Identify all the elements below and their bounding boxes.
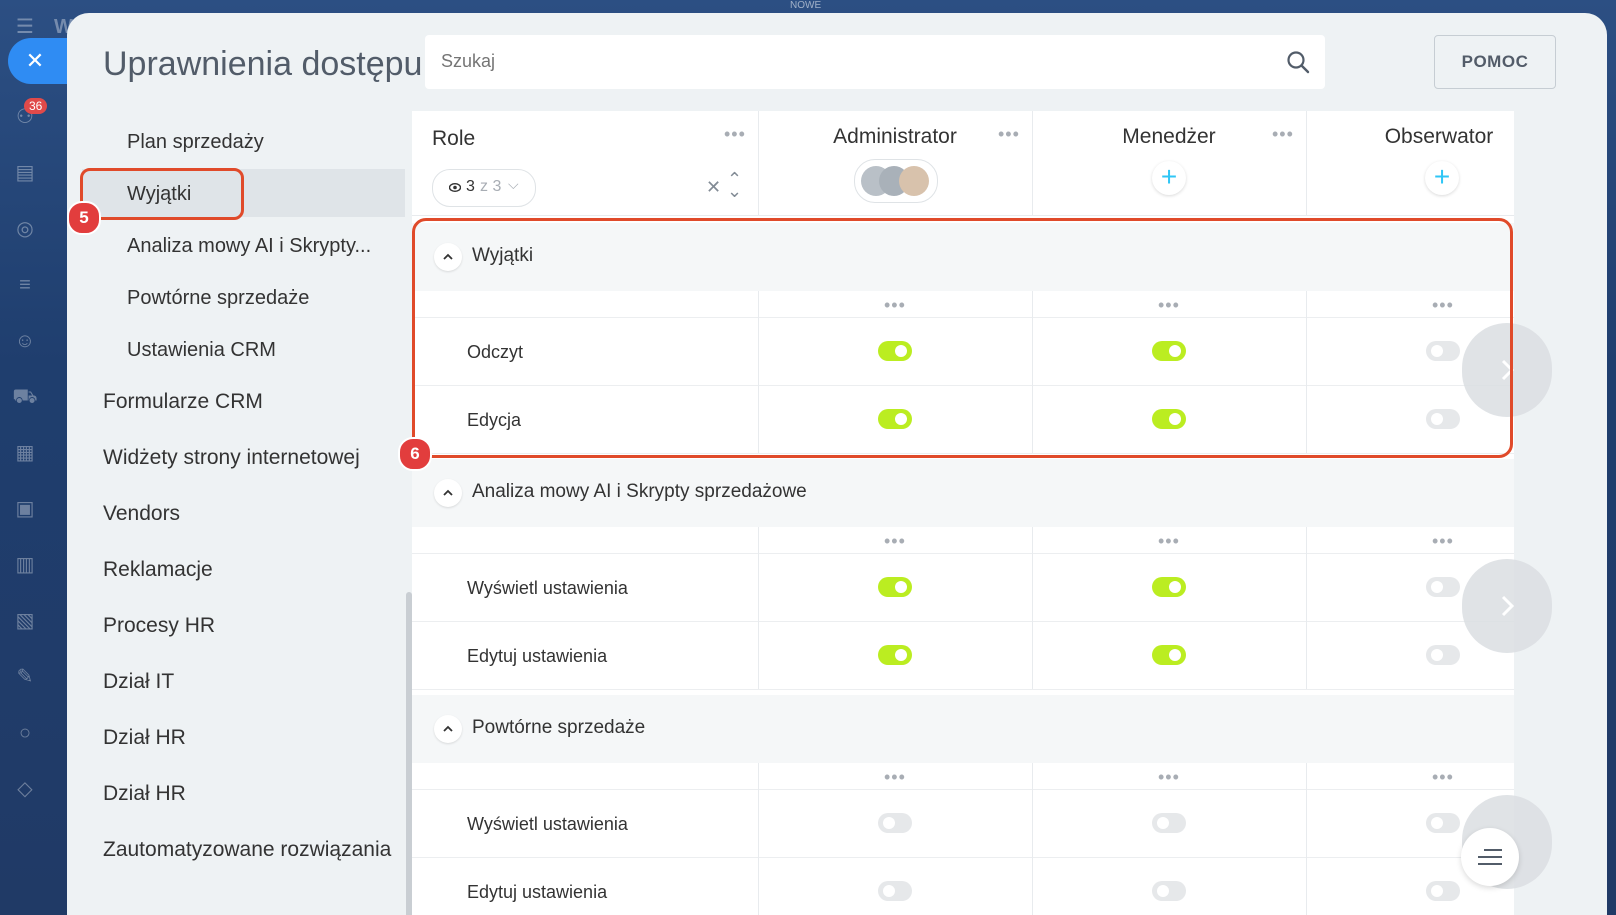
sidebar-item-reklamacje[interactable]: Reklamacje	[103, 558, 213, 582]
table-row: Wyświetl ustawienia	[412, 553, 1514, 622]
cube-icon[interactable]: ◇	[12, 776, 38, 802]
search-icon[interactable]	[1285, 49, 1311, 75]
robot-icon[interactable]: ☺	[12, 328, 38, 354]
crm-icon[interactable]: ≡	[12, 272, 38, 298]
sidebar-item-zautomatyzowane[interactable]: Zautomatyzowane rozwiązania	[103, 838, 391, 862]
left-rail: ☰ ⚇ 36 ▤ ◎ ≡ ☺ ⛟ ▦ ▣ ▥ ▧ ✎ ○ ◇ W	[0, 0, 72, 915]
permission-toggle[interactable]	[1426, 813, 1460, 833]
sidebar-item-analiza-mowy[interactable]: Analiza mowy AI i Skrypty...	[127, 235, 371, 258]
pen-icon[interactable]: ✎	[12, 664, 38, 690]
marker-6: 6	[398, 437, 432, 471]
filter-count: 3	[466, 178, 475, 195]
column-menedzer: Menedżer	[1122, 125, 1216, 148]
row-label: Wyświetl ustawienia	[467, 578, 628, 598]
sidebar-item-vendors[interactable]: Vendors	[103, 502, 180, 526]
more-icon[interactable]: •••	[884, 532, 906, 550]
permission-toggle[interactable]	[878, 577, 912, 597]
top-label: NOWE	[790, 0, 822, 11]
chevron-right-icon	[1501, 595, 1515, 617]
administrator-avatars[interactable]	[854, 159, 938, 203]
add-member-obserwator-button[interactable]: +	[1425, 161, 1459, 195]
row-label: Edytuj ustawienia	[467, 882, 608, 902]
section-analiza-mowy[interactable]: Analiza mowy AI i Skrypty sprzedażowe	[412, 459, 1514, 527]
chevron-down-icon: ⌵	[508, 176, 519, 192]
close-icon: ✕	[25, 48, 45, 73]
permission-toggle[interactable]	[1152, 577, 1186, 597]
more-icon[interactable]: •••	[1158, 532, 1180, 550]
eye-icon	[449, 183, 461, 192]
more-icon[interactable]: •••	[1158, 768, 1180, 786]
target-icon[interactable]: ◎	[12, 216, 38, 242]
cart-icon[interactable]: ⛟	[12, 384, 38, 410]
roles-filter-pill[interactable]: 3 z 3 ⌵	[432, 169, 536, 207]
access-permissions-panel: Uprawnienia dostępu POMOC Plan sprzedaży…	[67, 13, 1607, 915]
sidebar-item-dzial-hr-2[interactable]: Dział HR	[103, 782, 186, 806]
sidebar-item-widzety[interactable]: Widżety strony internetowej	[103, 446, 360, 470]
notification-badge: 36	[24, 98, 48, 114]
sidebar-item-powtorne-sprzedaze[interactable]: Powtórne sprzedaże	[127, 287, 309, 310]
expand-all-icon[interactable]: ⌃ ⌄	[727, 170, 742, 200]
permission-toggle[interactable]	[1152, 813, 1186, 833]
permission-toggle[interactable]	[1426, 577, 1460, 597]
collapse-all-icon[interactable]: ✕	[706, 177, 721, 198]
row-label: Edytuj ustawienia	[467, 646, 608, 666]
document-icon[interactable]: ▧	[12, 608, 38, 634]
chart-icon[interactable]: ▥	[12, 552, 38, 578]
menedzer-more-icon[interactable]: •••	[1272, 125, 1294, 143]
circle-icon[interactable]: ○	[12, 720, 38, 746]
sidebar-item-ustawienia-crm[interactable]: Ustawienia CRM	[127, 339, 276, 362]
permission-toggle[interactable]	[1426, 645, 1460, 665]
table-row: Wyświetl ustawienia	[412, 789, 1514, 858]
sidebar-item-dzial-hr[interactable]: Dział HR	[103, 726, 186, 750]
column-obserwator: Obserwator	[1384, 125, 1494, 148]
menu-icon[interactable]: ☰	[12, 14, 38, 40]
marker-5: 5	[67, 201, 101, 235]
sidebar-item-plan-sprzedazy[interactable]: Plan sprzedaży	[127, 131, 264, 154]
avatar	[899, 166, 929, 196]
close-button[interactable]: ✕	[8, 38, 70, 84]
search-input[interactable]	[439, 50, 1243, 73]
row-label: Wyświetl ustawienia	[467, 814, 628, 834]
permission-toggle[interactable]	[1152, 881, 1186, 901]
roles-more-icon[interactable]: •••	[724, 125, 746, 143]
chevron-up-icon[interactable]	[434, 715, 462, 743]
building-icon[interactable]: ▦	[12, 440, 38, 466]
more-icon[interactable]: •••	[884, 768, 906, 786]
permission-toggle[interactable]	[1152, 645, 1186, 665]
section-title: Analiza mowy AI i Skrypty sprzedażowe	[472, 481, 807, 502]
section-actions-row: ••• ••• •••	[412, 763, 1514, 790]
permission-toggle[interactable]	[878, 813, 912, 833]
section-actions-row: ••• ••• •••	[412, 527, 1514, 554]
more-icon[interactable]: •••	[1432, 768, 1454, 786]
menu-button[interactable]	[1461, 828, 1519, 886]
help-button[interactable]: POMOC	[1434, 35, 1556, 89]
filter-total: z 3	[480, 178, 502, 195]
list-icon	[1478, 849, 1502, 865]
add-member-menedzer-button[interactable]: +	[1152, 161, 1186, 195]
news-icon[interactable]: ▤	[12, 160, 38, 186]
highlight-table-wyjatki	[412, 218, 1513, 458]
section-title: Powtórne sprzedaże	[472, 717, 646, 738]
sidebar-item-dzial-it[interactable]: Dział IT	[103, 670, 174, 694]
permission-toggle[interactable]	[878, 645, 912, 665]
table-row: Edytuj ustawienia	[412, 857, 1514, 915]
search-box[interactable]	[425, 35, 1325, 89]
permission-toggle[interactable]	[1426, 881, 1460, 901]
calendar-icon[interactable]: ▣	[12, 496, 38, 522]
more-icon[interactable]: •••	[1432, 532, 1454, 550]
roles-header: Role	[432, 127, 476, 150]
administrator-more-icon[interactable]: •••	[998, 125, 1020, 143]
chevron-up-icon[interactable]	[434, 479, 462, 507]
sidebar-item-formularze-crm[interactable]: Formularze CRM	[103, 390, 263, 414]
sidebar-item-procesy-hr[interactable]: Procesy HR	[103, 614, 215, 638]
top-strip: NOWE	[0, 0, 1616, 14]
column-administrator: Administrator	[833, 125, 957, 148]
highlight-sidebar-wyjatki	[80, 168, 244, 220]
page-title: Uprawnienia dostępu	[103, 45, 423, 83]
table-header: Role ••• 3 z 3 ⌵ ✕ ⌃⌄ Administrator •••	[412, 111, 1514, 216]
section-powtorne-sprzedaze[interactable]: Powtórne sprzedaże	[412, 695, 1514, 763]
permission-toggle[interactable]	[878, 881, 912, 901]
table-row: Edytuj ustawienia	[412, 621, 1514, 690]
scroll-right-button[interactable]	[1462, 559, 1552, 653]
